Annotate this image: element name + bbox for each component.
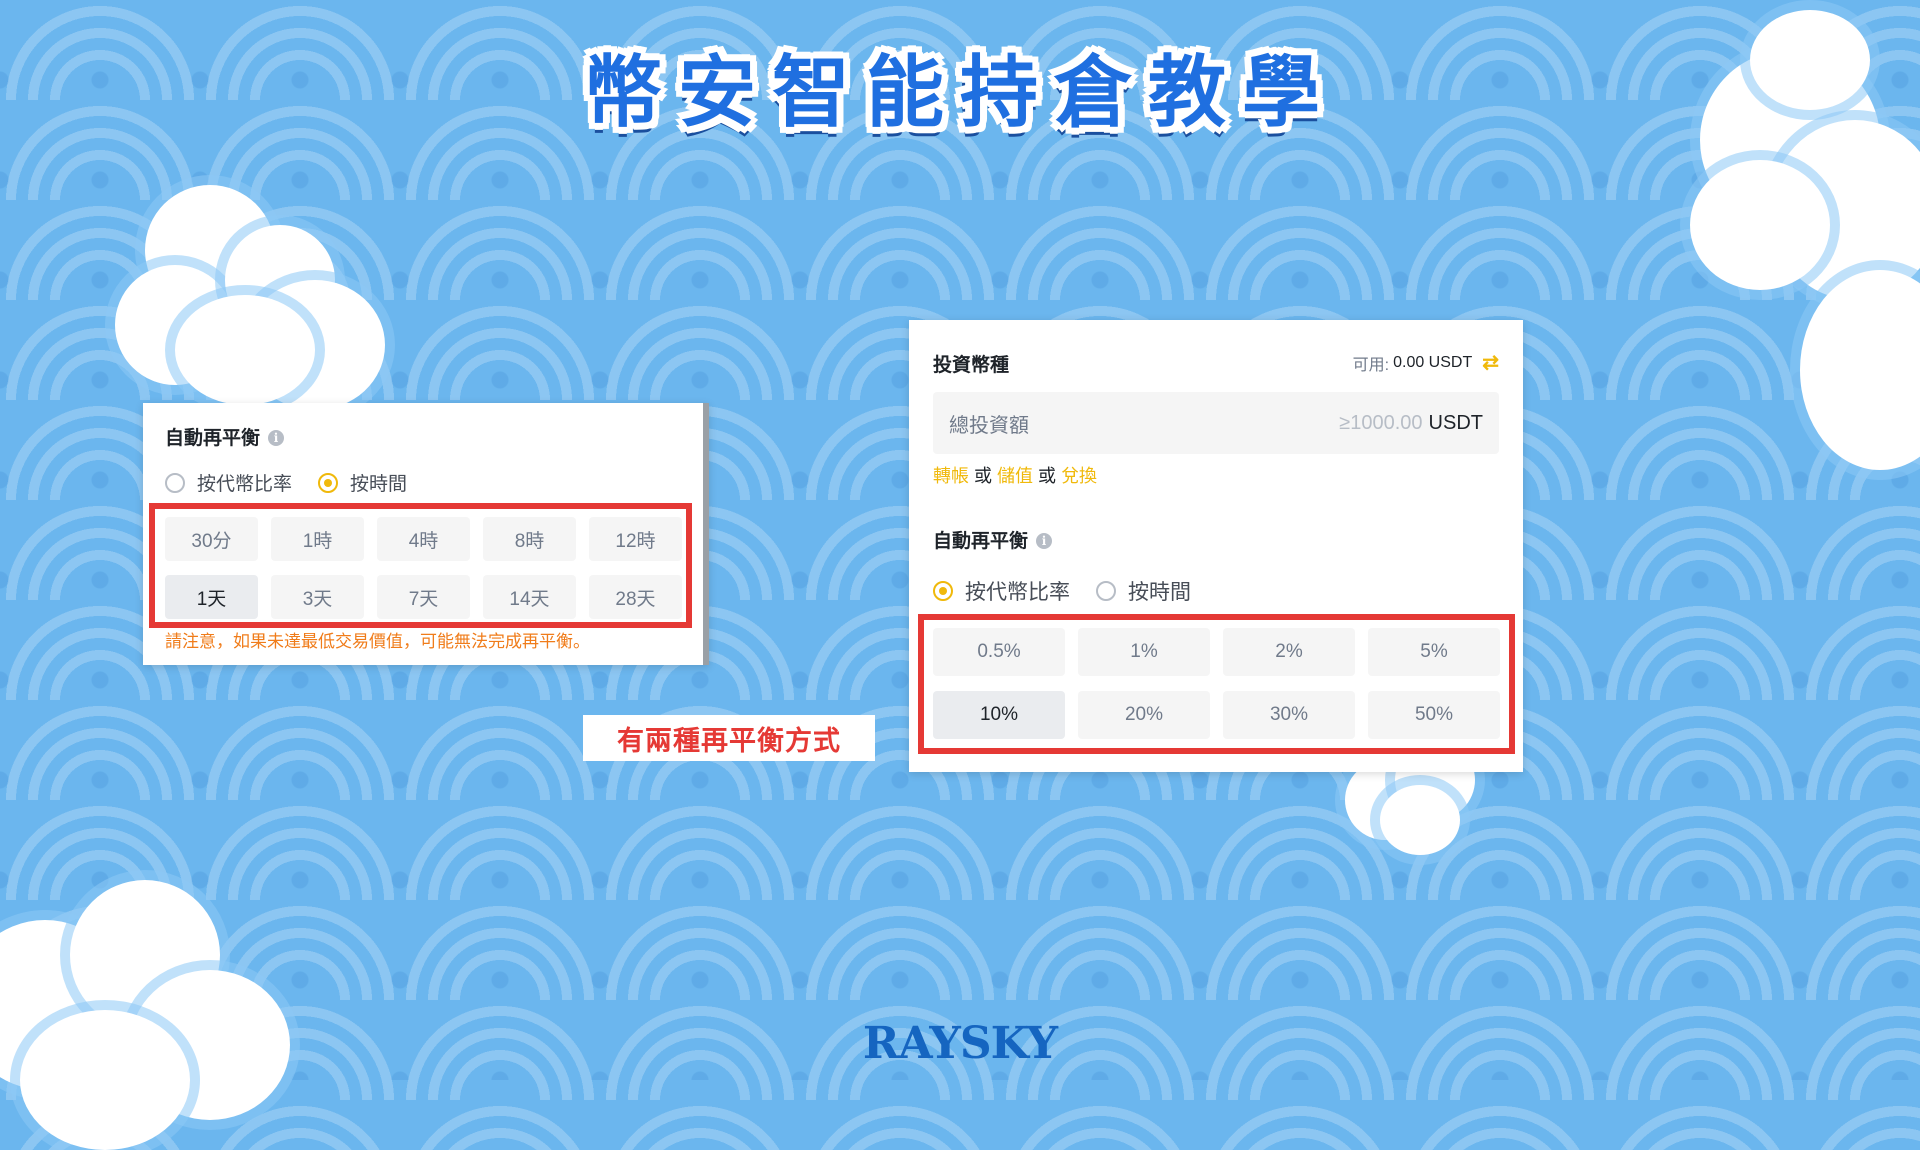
info-icon[interactable]: i [1036,533,1053,549]
info-icon[interactable]: i [268,430,285,446]
rebalance-mode-radio-group: 按代幣比率 按時間 [933,576,1217,606]
auto-rebalance-heading: 自動再平衡 i [933,526,1053,553]
time-option-14d[interactable]: 14天 [483,575,576,619]
radio-by-time[interactable]: 按時間 [1096,576,1191,606]
ratio-option-0-5[interactable]: 0.5% [933,628,1065,676]
rebalance-by-ratio-panel: 投資幣種 可用: 0.00 USDT ⇄ 總投資額 ≥1000.00 USDT 轉… [909,320,1523,772]
time-option-8h[interactable]: 8時 [483,517,576,561]
ratio-option-10[interactable]: 10% [933,691,1065,739]
ratio-option-5[interactable]: 5% [1368,628,1500,676]
time-option-28d[interactable]: 28天 [589,575,682,619]
auto-rebalance-heading: 自動再平衡 i [165,423,285,450]
ratio-threshold-options: 0.5% 1% 2% 5% 10% 20% 30% 50% [933,628,1500,739]
radio-by-time[interactable]: 按時間 [318,469,407,496]
transfer-link[interactable]: 轉帳 [933,466,969,486]
swap-icon[interactable]: ⇄ [1482,350,1499,375]
time-option-3d[interactable]: 3天 [271,575,364,619]
ratio-option-1[interactable]: 1% [1078,628,1210,676]
rebalance-by-time-panel: 自動再平衡 i 按代幣比率 按時間 30分 1時 4時 8時 12時 1天 3天 … [143,403,709,665]
raysky-logo: RAYSKY [862,1018,1058,1069]
min-trade-warning: 請注意，如果未達最低交易價值，可能無法完成再平衡。 [165,632,590,651]
radio-checked-icon [933,581,953,601]
radio-by-token-ratio[interactable]: 按代幣比率 [933,576,1070,606]
time-option-1d[interactable]: 1天 [165,575,258,619]
ratio-option-50[interactable]: 50% [1368,691,1500,739]
available-balance: 可用: 0.00 USDT ⇄ [1353,350,1499,375]
ratio-option-30[interactable]: 30% [1223,691,1355,739]
amount-placeholder: 總投資額 [949,414,1029,437]
time-option-12h[interactable]: 12時 [589,517,682,561]
or-text: 或 [1038,466,1057,486]
invest-coin-label: 投資幣種 [933,355,1010,376]
amount-minimum: ≥1000.00 [1339,411,1423,434]
ratio-option-2[interactable]: 2% [1223,628,1355,676]
auto-rebalance-label: 自動再平衡 [933,531,1029,552]
funding-links: 轉帳 或 儲值 或 兌換 [933,462,1097,488]
radio-label: 按時間 [1128,581,1191,604]
convert-link[interactable]: 兌換 [1061,466,1097,486]
time-option-30m[interactable]: 30分 [165,517,258,561]
cloud-decoration-bottom-left [0,860,300,1150]
radio-unchecked-icon [165,472,185,493]
or-text: 或 [974,466,993,486]
available-value: 0.00 USDT [1393,353,1473,371]
deposit-link[interactable]: 儲值 [997,466,1033,486]
radio-by-token-ratio[interactable]: 按代幣比率 [165,469,292,496]
total-investment-input[interactable]: 總投資額 ≥1000.00 USDT [933,392,1499,454]
time-option-1h[interactable]: 1時 [271,517,364,561]
radio-label: 按代幣比率 [197,474,293,495]
amount-unit: USDT [1428,411,1483,434]
radio-label: 按時間 [350,474,408,495]
radio-checked-icon [318,472,339,493]
rebalance-methods-caption: 有兩種再平衡方式 [583,715,875,761]
time-option-7d[interactable]: 7天 [377,575,470,619]
cloud-decoration-top-left [105,175,415,415]
time-interval-options: 30分 1時 4時 8時 12時 1天 3天 7天 14天 28天 [165,517,682,619]
radio-unchecked-icon [1096,581,1116,601]
available-label: 可用: [1352,356,1390,374]
page-title: 幣安智能持倉教學 [583,48,1336,138]
radio-label: 按代幣比率 [965,581,1070,604]
rebalance-mode-radio-group: 按代幣比率 按時間 [165,469,433,496]
ratio-option-20[interactable]: 20% [1078,691,1210,739]
time-option-4h[interactable]: 4時 [377,517,470,561]
auto-rebalance-label: 自動再平衡 [165,428,261,449]
